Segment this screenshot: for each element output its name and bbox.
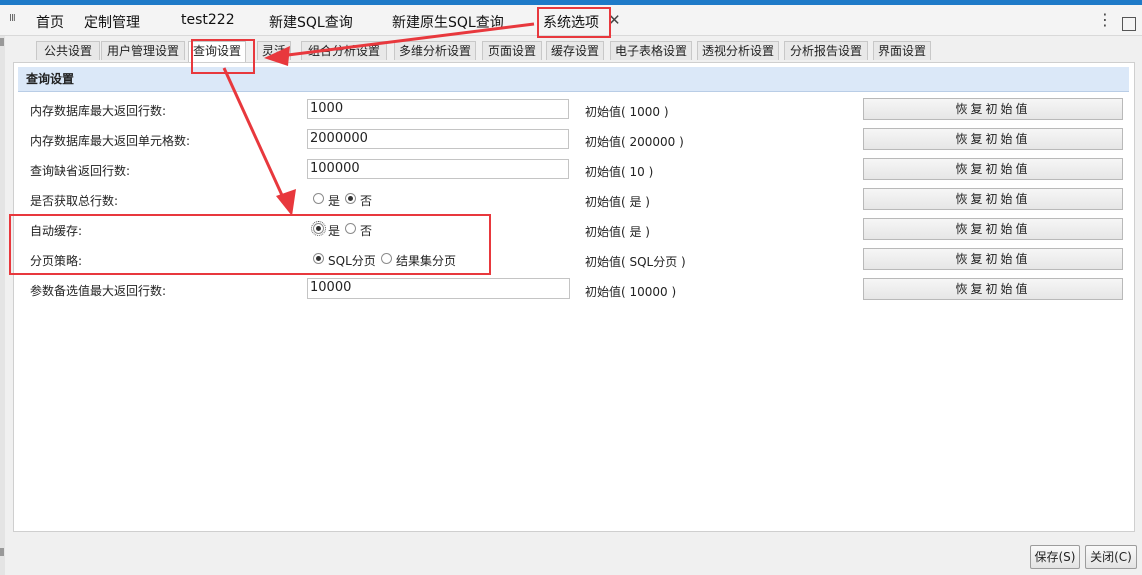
- save-button[interactable]: 保存(S): [1030, 545, 1080, 569]
- arrowhead-to-cache-box: [276, 189, 296, 216]
- annotation-arrows: [222, 22, 535, 216]
- arrow-line-to-cache-box: [222, 67, 288, 205]
- arrowhead-to-query-tab: [264, 46, 290, 66]
- close-button[interactable]: 关闭(C): [1085, 545, 1137, 569]
- arrow-line-to-query-tab: [279, 22, 535, 58]
